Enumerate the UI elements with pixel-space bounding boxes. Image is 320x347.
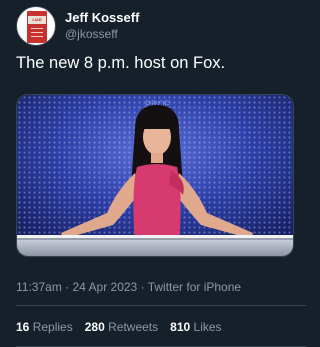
divider — [16, 305, 306, 306]
retweets-label: Retweets — [108, 320, 159, 334]
tweet-text: The new 8 p.m. host on Fox. — [16, 54, 226, 72]
meta-separator: · — [140, 280, 145, 294]
avatar-book-title: LIAR — [28, 16, 46, 24]
replies-count: 16 — [16, 320, 30, 334]
tweet-source[interactable]: Twitter for iPhone — [148, 280, 241, 294]
tweet-time[interactable]: 11:37am — [16, 280, 62, 294]
tweet-meta: 11:37am · 24 Apr 2023 · Twitter for iPho… — [16, 280, 241, 294]
book-cover-icon: LIAR — [27, 11, 47, 43]
avatar[interactable]: LIAR — [16, 6, 56, 46]
retweets-count: 280 — [84, 320, 105, 334]
tweet-stats: 16 Replies 280 Retweets 810 Likes — [16, 320, 234, 334]
meta-separator: · — [65, 280, 70, 294]
retweets-stat[interactable]: 280 Retweets — [85, 320, 158, 334]
likes-label: Likes — [193, 320, 222, 334]
replies-label: Replies — [32, 320, 73, 334]
author-names: Jeff Kosseff @jkosseff — [65, 10, 139, 42]
news-anchor-photo: PROF — [17, 95, 293, 256]
tweet-date[interactable]: 24 Apr 2023 — [73, 280, 138, 294]
author-handle[interactable]: @jkosseff — [65, 26, 139, 42]
likes-stat[interactable]: 810 Likes — [170, 320, 221, 334]
likes-count: 810 — [170, 320, 191, 334]
tweet-header: LIAR Jeff Kosseff @jkosseff — [16, 6, 139, 46]
replies-stat[interactable]: 16 Replies — [16, 320, 73, 334]
author-name[interactable]: Jeff Kosseff — [65, 10, 139, 26]
tweet-media[interactable]: PROF — [16, 94, 294, 257]
